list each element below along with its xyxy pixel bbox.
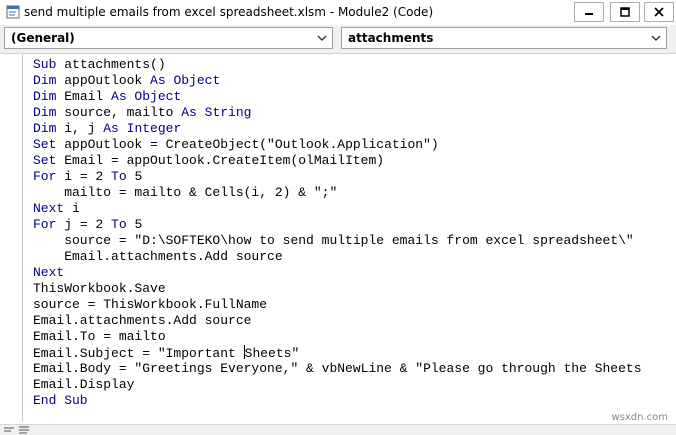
code-keyword: Next xyxy=(33,201,73,216)
code-line[interactable]: Email.Subject = "Important Sheets" xyxy=(33,345,642,361)
code-token: Email.Body = "Greetings Everyone," & vbN… xyxy=(33,361,642,376)
minimize-icon xyxy=(585,13,593,15)
code-token: appOutlook = CreateObject("Outlook.Appli… xyxy=(64,137,439,152)
maximize-button[interactable] xyxy=(610,2,640,22)
code-line[interactable]: Email.attachments.Add source xyxy=(33,313,642,329)
vba-module-icon xyxy=(6,5,20,19)
code-token: appOutlook xyxy=(64,73,151,88)
procedure-view-icon[interactable] xyxy=(3,426,15,434)
code-line[interactable]: Set Email = appOutlook.CreateItem(olMail… xyxy=(33,153,642,169)
object-dropdown[interactable]: (General) xyxy=(4,27,333,49)
chevron-down-icon xyxy=(651,35,661,41)
margin-indicator-bar[interactable] xyxy=(4,54,23,422)
code-line[interactable]: Next xyxy=(33,265,642,281)
code-line[interactable]: For j = 2 To 5 xyxy=(33,217,642,233)
code-line[interactable]: ThisWorkbook.Save xyxy=(33,281,642,297)
code-token: Email xyxy=(64,89,112,104)
bottom-bar xyxy=(0,424,676,435)
procedure-dropdown-value: attachments xyxy=(348,31,434,45)
vba-code-window: send multiple emails from excel spreadsh… xyxy=(0,0,676,435)
code-keyword: End Sub xyxy=(33,393,88,408)
code-token: 5 xyxy=(134,169,143,184)
code-keyword: Dim xyxy=(33,105,65,120)
code-token: Email = appOutlook.CreateItem(olMailItem… xyxy=(64,153,385,168)
code-token: i xyxy=(72,201,80,216)
code-token: ThisWorkbook.Save xyxy=(33,281,166,296)
code-line[interactable]: Email.Body = "Greetings Everyone," & vbN… xyxy=(33,361,642,377)
code-keyword: As Integer xyxy=(103,121,182,136)
code-line[interactable]: Sub attachments() xyxy=(33,57,642,73)
code-token: 5 xyxy=(134,217,143,232)
code-token: attachments() xyxy=(64,57,166,72)
code-keyword: For xyxy=(33,217,65,232)
selector-bar: (General) attachments xyxy=(0,25,676,54)
code-line[interactable]: Email.attachments.Add source xyxy=(33,249,642,265)
code-line[interactable]: Dim source, mailto As String xyxy=(33,105,642,121)
code-text[interactable]: Sub attachments() Dim appOutlook As Objec… xyxy=(33,57,642,409)
code-keyword: Dim xyxy=(33,121,65,136)
code-token: Email.attachments.Add source xyxy=(33,313,252,328)
code-editor[interactable]: Sub attachments() Dim appOutlook As Objec… xyxy=(0,54,676,424)
code-keyword: Dim xyxy=(33,89,65,104)
code-line[interactable]: Dim i, j As Integer xyxy=(33,121,642,137)
minimize-button[interactable] xyxy=(574,2,604,22)
code-keyword: Set xyxy=(33,153,65,168)
code-line[interactable]: Email.To = mailto xyxy=(33,329,642,345)
code-token: Email.attachments.Add source xyxy=(33,249,283,264)
code-token: i = 2 xyxy=(64,169,112,184)
code-token: Email.To = mailto xyxy=(33,329,166,344)
code-token: Email.Subject = "Important xyxy=(33,346,244,361)
code-line[interactable]: Next i xyxy=(33,201,642,217)
code-token: i, j xyxy=(64,121,104,136)
close-button[interactable] xyxy=(644,2,674,22)
code-keyword: Set xyxy=(33,137,65,152)
code-line[interactable]: For i = 2 To 5 xyxy=(33,169,642,185)
code-keyword: To xyxy=(111,169,135,184)
maximize-icon xyxy=(620,7,630,17)
code-line[interactable]: Dim Email As Object xyxy=(33,89,642,105)
code-keyword: As Object xyxy=(111,89,182,104)
code-keyword: To xyxy=(111,217,135,232)
code-line[interactable]: Set appOutlook = CreateObject("Outlook.A… xyxy=(33,137,642,153)
code-token: Email.Display xyxy=(33,377,135,392)
code-keyword: As Object xyxy=(150,73,221,88)
code-line[interactable]: source = "D:\SOFTEKO\how to send multipl… xyxy=(33,233,642,249)
code-line[interactable]: mailto = mailto & Cells(i, 2) & ";" xyxy=(33,185,642,201)
window-title: send multiple emails from excel spreadsh… xyxy=(24,5,434,19)
watermark: wsxdn.com xyxy=(611,412,668,423)
code-token: Sheets" xyxy=(244,346,300,361)
code-keyword: Dim xyxy=(33,73,65,88)
code-line[interactable]: Dim appOutlook As Object xyxy=(33,73,642,89)
title-bar[interactable]: send multiple emails from excel spreadsh… xyxy=(0,0,676,26)
code-keyword: As String xyxy=(181,105,252,120)
code-keyword: Next xyxy=(33,265,65,280)
procedure-dropdown[interactable]: attachments xyxy=(341,27,667,49)
close-icon xyxy=(654,7,664,17)
code-token: source = "D:\SOFTEKO\how to send multipl… xyxy=(33,233,634,248)
code-token: mailto = mailto & Cells(i, 2) & ";" xyxy=(33,185,338,200)
code-token: source = ThisWorkbook.FullName xyxy=(33,297,268,312)
code-keyword: For xyxy=(33,169,65,184)
code-line[interactable]: source = ThisWorkbook.FullName xyxy=(33,297,642,313)
code-token: source, mailto xyxy=(64,105,182,120)
module-view-icon[interactable] xyxy=(18,426,30,434)
chevron-down-icon xyxy=(317,35,327,41)
object-dropdown-value: (General) xyxy=(11,31,75,45)
code-line[interactable]: End Sub xyxy=(33,393,642,409)
code-line[interactable]: Email.Display xyxy=(33,377,642,393)
code-keyword: Sub xyxy=(33,57,65,72)
code-token: j = 2 xyxy=(64,217,112,232)
